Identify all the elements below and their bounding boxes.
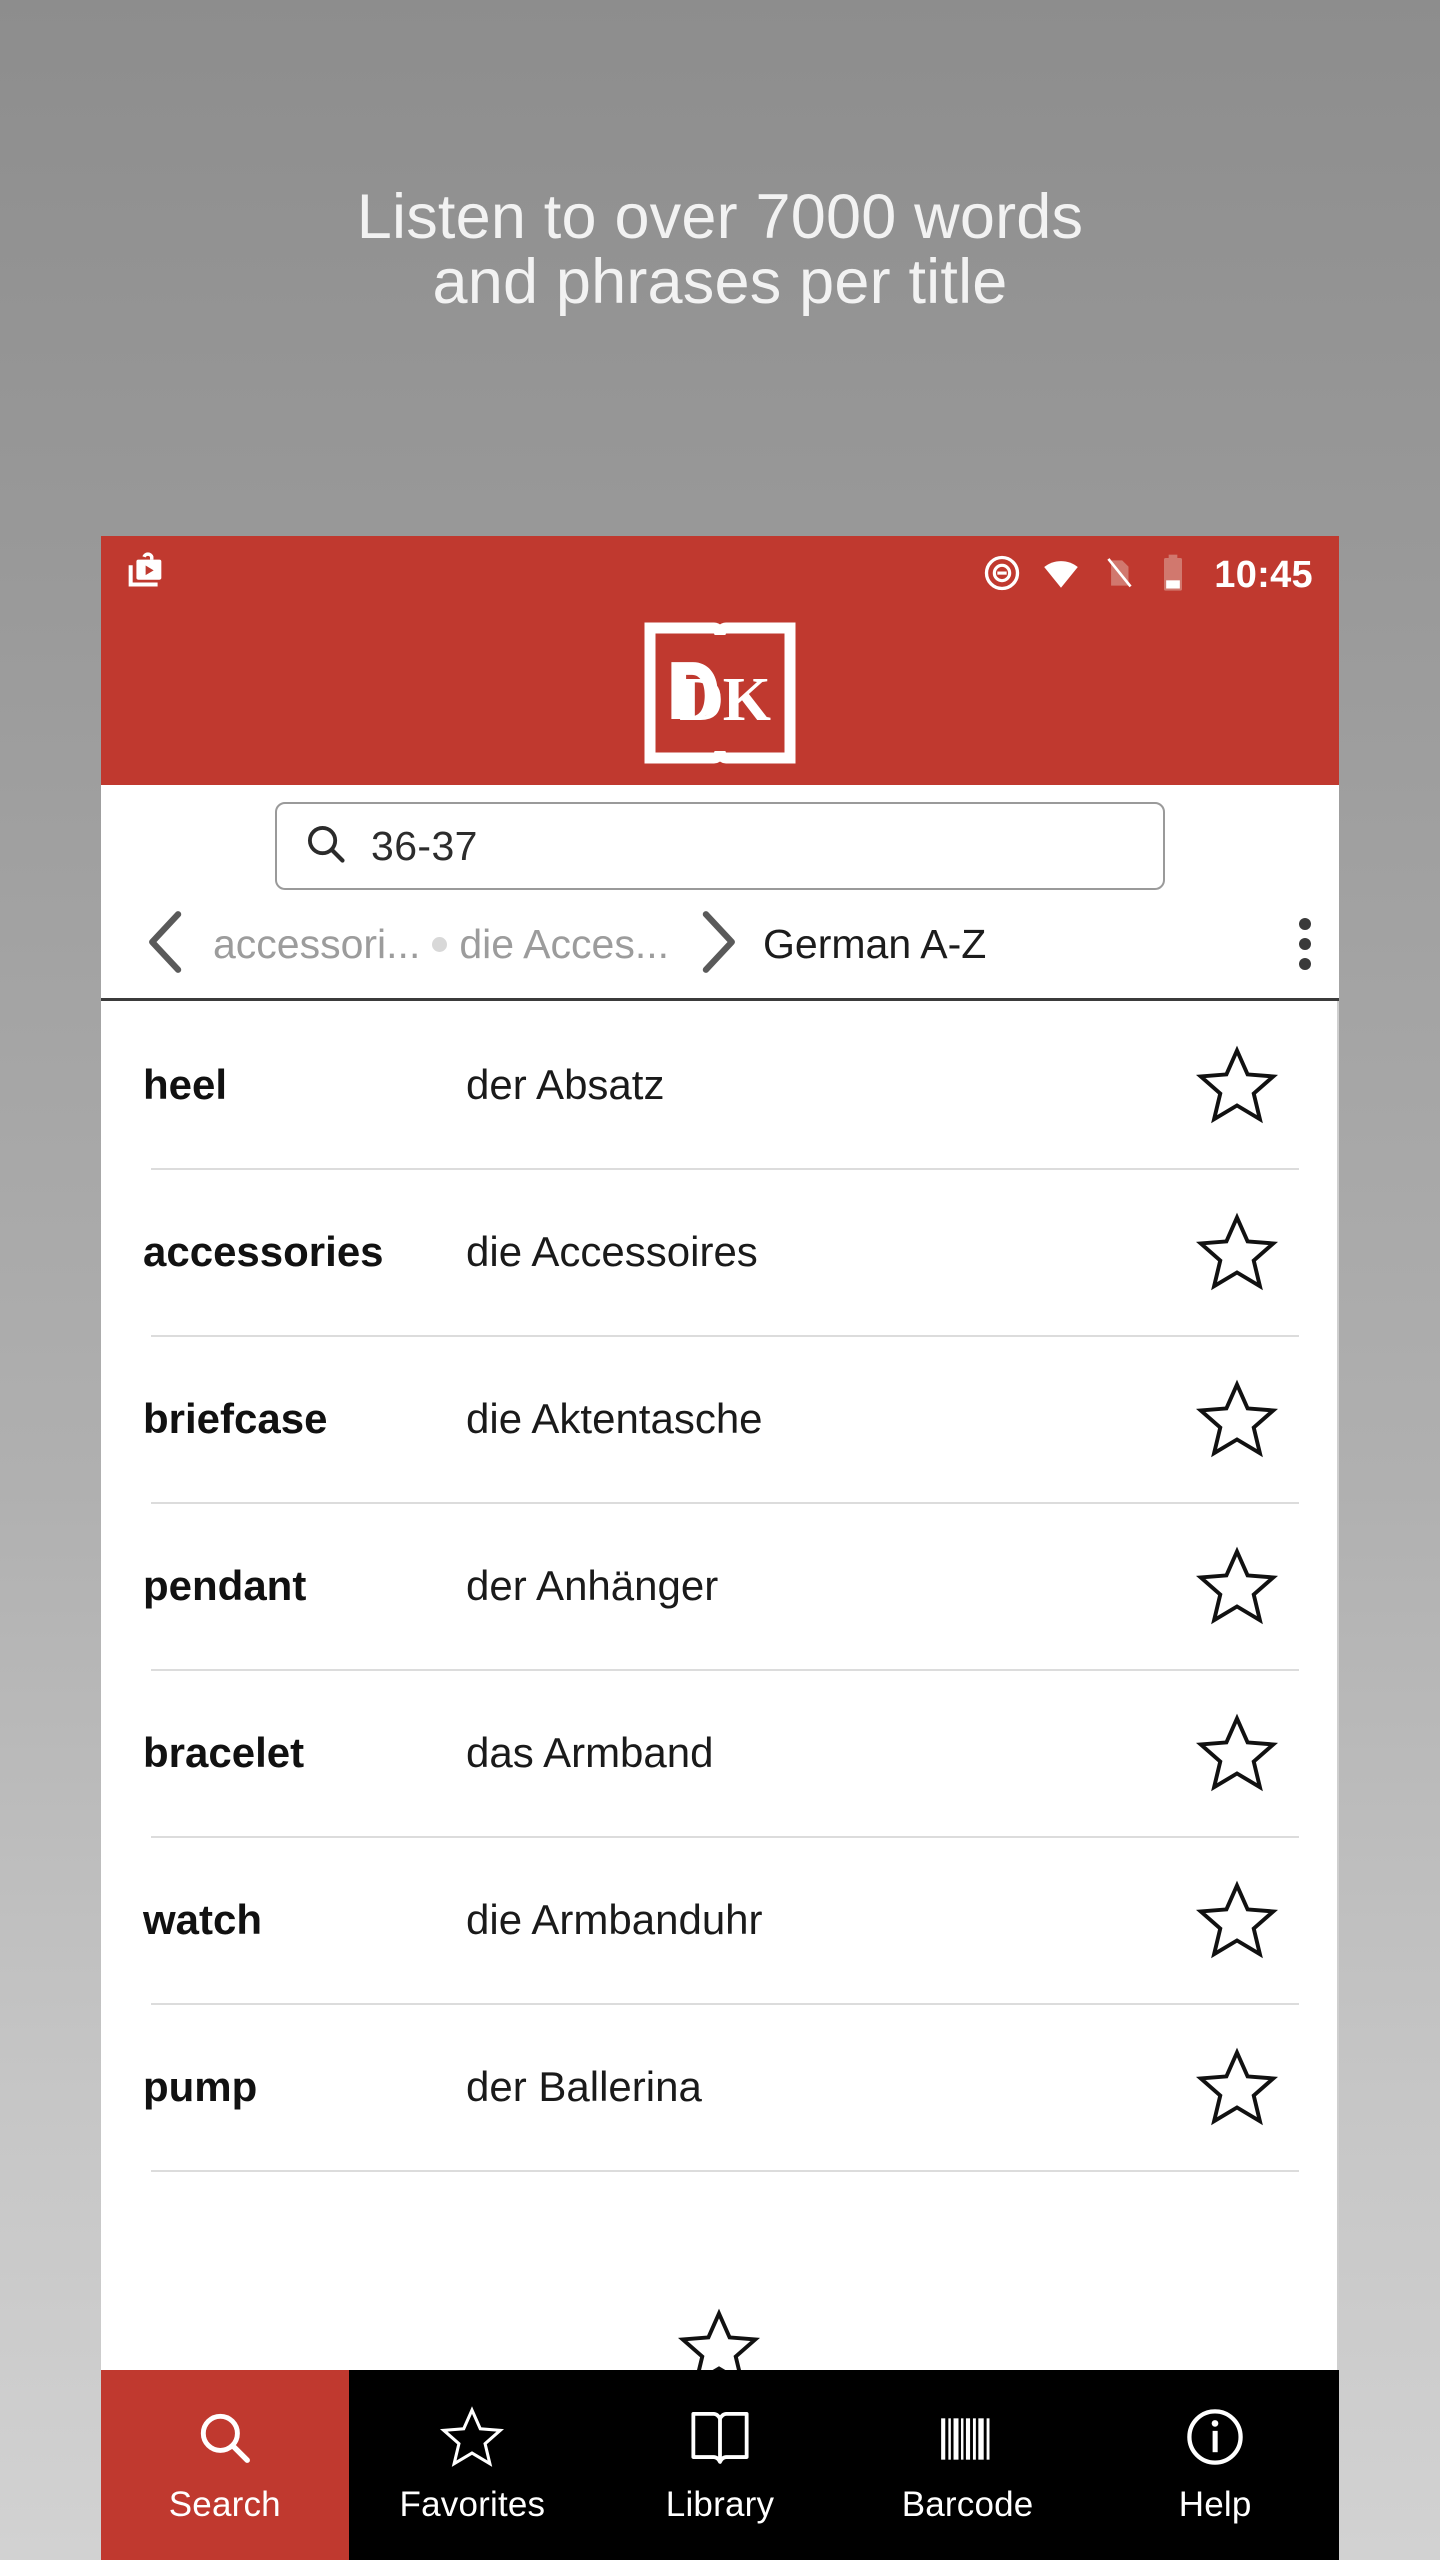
search-input[interactable]: 36-37 xyxy=(275,802,1165,890)
nav-item-label: Favorites xyxy=(399,2485,546,2524)
breadcrumb-current[interactable]: German A-Z xyxy=(763,921,986,968)
star-outline-icon xyxy=(1195,2047,1279,2125)
word-list[interactable]: heel der Absatz accessories die Accessoi… xyxy=(101,1001,1339,2370)
nav-item-label: Barcode xyxy=(901,2485,1034,2524)
nav-item-favorites[interactable]: Favorites xyxy=(349,2370,597,2560)
star-outline-icon xyxy=(1195,1546,1279,1624)
nav-item-library[interactable]: Library xyxy=(596,2370,844,2560)
entry-term: accessories xyxy=(143,1227,384,1275)
entry-term: pump xyxy=(143,2062,258,2110)
kebab-dot xyxy=(1299,958,1311,970)
favorite-toggle[interactable] xyxy=(1137,1044,1337,1126)
search-zone: 36-37 accessori... die Acces... German A… xyxy=(101,785,1339,1001)
table-row[interactable]: pendant der Anhänger xyxy=(101,1502,1337,1669)
favorite-toggle[interactable] xyxy=(1137,1378,1337,1460)
promo-line-2: and phrases per title xyxy=(432,246,1008,317)
entry-translation: der Anhänger xyxy=(466,1561,719,1609)
star-outline-icon xyxy=(1195,1379,1279,1457)
favorite-toggle[interactable] xyxy=(1137,1712,1337,1794)
favorite-toggle[interactable] xyxy=(1137,2046,1337,2128)
status-bar-right: 10:45 xyxy=(982,552,1313,599)
entry-translation: die Armbanduhr xyxy=(466,1895,763,1943)
favorite-toggle[interactable] xyxy=(1137,1879,1337,1961)
table-row[interactable]: briefcase die Aktentasche xyxy=(101,1335,1337,1502)
chevron-left-icon[interactable] xyxy=(135,905,199,984)
search-icon xyxy=(194,2405,256,2469)
entry-translation: die Accessoires xyxy=(466,1227,758,1275)
kebab-menu-icon[interactable] xyxy=(1293,912,1317,976)
chevron-right-icon[interactable] xyxy=(685,905,749,984)
book-icon xyxy=(687,2405,753,2469)
info-icon xyxy=(1183,2405,1247,2469)
table-row[interactable]: pump der Ballerina xyxy=(101,2003,1337,2170)
table-row[interactable]: accessories die Accessoires xyxy=(101,1168,1337,1335)
entry-translation: der Absatz xyxy=(466,1060,665,1108)
promo-line-1: Listen to over 7000 words xyxy=(356,182,1084,252)
table-row[interactable]: watch die Armbanduhr xyxy=(101,1836,1337,2003)
star-outline-icon xyxy=(1195,1045,1279,1123)
svg-text:DK: DK xyxy=(679,666,771,734)
star-outline-icon xyxy=(1195,1713,1279,1791)
nav-item-barcode[interactable]: Barcode xyxy=(844,2370,1092,2560)
status-bar-clock: 10:45 xyxy=(1214,553,1313,596)
favorite-toggle[interactable] xyxy=(1137,1211,1337,1293)
table-row[interactable]: bracelet das Armband xyxy=(101,1669,1337,1836)
status-bar: 10:45 xyxy=(101,536,1339,614)
nav-item-help[interactable]: Help xyxy=(1091,2370,1339,2560)
star-outline-icon xyxy=(677,2308,761,2370)
entry-term: heel xyxy=(143,1060,228,1108)
nav-item-search[interactable]: Search xyxy=(101,2370,349,2560)
dk-logo: DK xyxy=(101,622,1339,764)
nav-item-label: Library xyxy=(665,2485,775,2524)
entry-translation: die Aktentasche xyxy=(466,1394,763,1442)
app-bar: 10:45 DK xyxy=(101,536,1339,785)
entry-term: watch xyxy=(143,1895,263,1943)
nav-item-label: Help xyxy=(1178,2485,1252,2524)
table-row-partial[interactable] xyxy=(101,2170,1337,2370)
promo-headline: Listen to over 7000 words and phrases pe… xyxy=(0,185,1440,315)
no-sim-icon xyxy=(1100,554,1138,597)
star-icon xyxy=(438,2405,506,2469)
star-outline-icon xyxy=(1195,1880,1279,1958)
nav-item-label: Search xyxy=(168,2485,281,2524)
dot-separator-icon xyxy=(432,936,448,952)
play-store-icon xyxy=(123,550,169,601)
entry-term: pendant xyxy=(143,1561,307,1609)
table-row[interactable]: heel der Absatz xyxy=(101,1001,1337,1168)
barcode-icon xyxy=(937,2405,999,2469)
status-bar-left xyxy=(123,550,169,601)
favorite-toggle[interactable] xyxy=(1137,1545,1337,1627)
phone-screen: 10:45 DK 36-37 accessori... die Acces...… xyxy=(101,536,1339,2560)
battery-low-icon xyxy=(1156,553,1190,598)
bottom-navigation: Search Favorites Library Barcode Help xyxy=(101,2370,1339,2560)
favorite-toggle[interactable] xyxy=(619,2307,819,2370)
breadcrumb: accessori... die Acces... German A-Z xyxy=(101,890,1339,998)
entry-translation: der Ballerina xyxy=(466,2062,702,2110)
entry-translation: das Armband xyxy=(466,1728,714,1776)
star-outline-icon xyxy=(1195,1212,1279,1290)
kebab-dot xyxy=(1299,938,1311,950)
entry-term: bracelet xyxy=(143,1728,305,1776)
search-input-value: 36-37 xyxy=(371,822,478,869)
breadcrumb-previous-translation[interactable]: die Acces... xyxy=(459,921,669,968)
wifi-icon xyxy=(1040,552,1082,599)
search-icon xyxy=(303,821,349,872)
dk-open-book-logo: DK xyxy=(644,622,796,764)
kebab-dot xyxy=(1299,918,1311,930)
entry-term: briefcase xyxy=(143,1394,328,1442)
breadcrumb-previous-term[interactable]: accessori... xyxy=(213,921,420,968)
do-not-disturb-icon xyxy=(982,553,1022,598)
